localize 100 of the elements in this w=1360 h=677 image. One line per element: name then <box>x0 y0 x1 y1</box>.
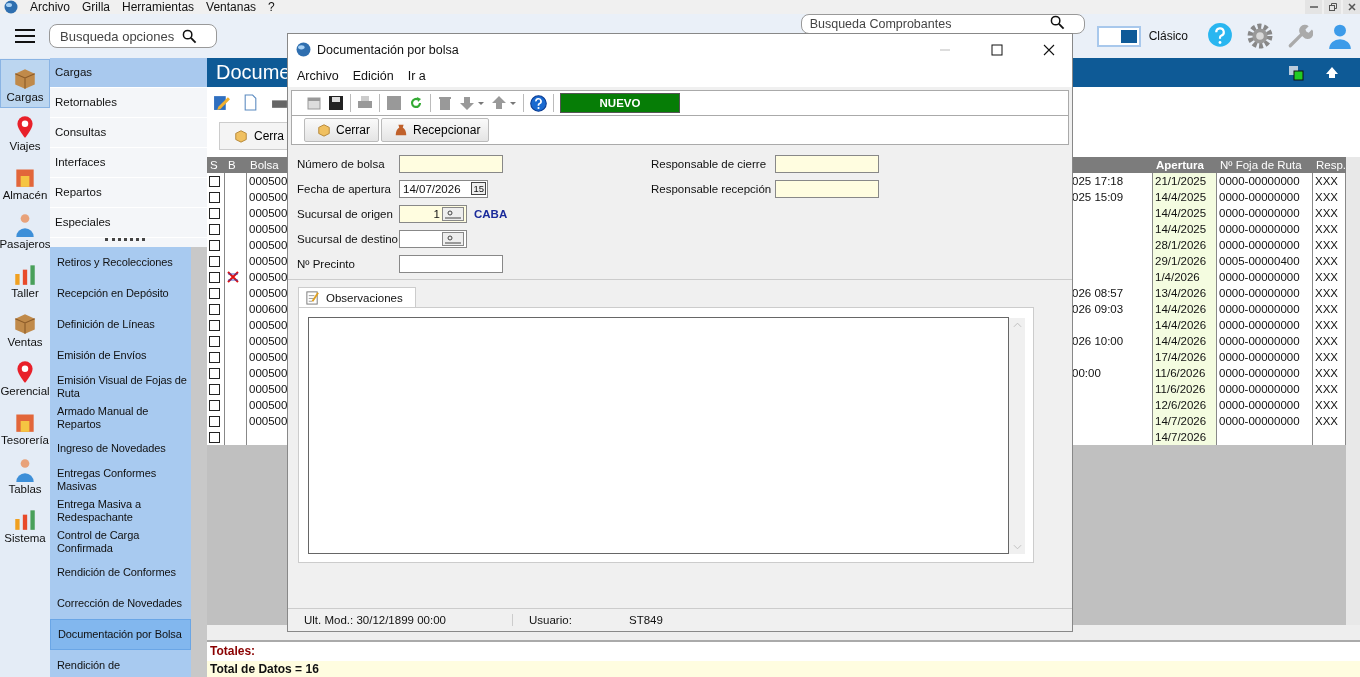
checkbox[interactable] <box>209 303 220 315</box>
checkbox[interactable] <box>209 271 220 283</box>
down-arrow-icon[interactable] <box>459 95 485 111</box>
close-button[interactable] <box>1343 0 1360 14</box>
checkbox[interactable] <box>209 383 220 395</box>
submenu-item[interactable]: Emisión de Envíos <box>50 340 191 371</box>
lookup-field[interactable]: 1 <box>399 204 467 223</box>
submenu-item[interactable]: Definición de Líneas <box>50 309 191 340</box>
submenu-item[interactable]: Rendición de Conformes <box>50 557 191 588</box>
submenu-item[interactable]: Documentación por Bolsa <box>50 619 191 650</box>
module-button[interactable]: Tesorería <box>0 402 50 451</box>
submenu-item[interactable]: Rendición de <box>50 650 191 677</box>
column-header[interactable]: Apertura <box>1153 157 1217 173</box>
save-icon[interactable] <box>328 95 344 111</box>
checkbox[interactable] <box>209 223 220 235</box>
table-cell: 0005-00000400 <box>1219 255 1300 267</box>
column-header[interactable]: B <box>225 157 247 173</box>
help-icon[interactable] <box>530 94 547 112</box>
menu-item[interactable]: Edición <box>345 69 401 83</box>
search-input[interactable]: Busqueda Comprobantes <box>809 16 1050 31</box>
toggle-switch[interactable] <box>1096 25 1141 47</box>
menu-item[interactable]: Archivo <box>290 69 346 83</box>
section-item[interactable]: Retornables <box>50 88 207 118</box>
checkbox[interactable] <box>209 351 220 363</box>
submenu-item[interactable]: Entrega Masiva a Redespachante <box>50 495 191 526</box>
user-icon[interactable] <box>1327 23 1353 49</box>
refresh-icon[interactable] <box>408 95 424 111</box>
settings-icon[interactable] <box>1247 23 1273 49</box>
menu-item[interactable]: Grilla <box>76 0 117 14</box>
document-icon[interactable] <box>242 94 259 111</box>
checkbox[interactable] <box>209 335 220 347</box>
input-field[interactable] <box>399 154 503 173</box>
search-icon[interactable] <box>1049 15 1065 30</box>
minimize-button[interactable] <box>1305 0 1322 14</box>
checkbox[interactable] <box>209 255 220 267</box>
column-header[interactable]: S <box>207 157 225 173</box>
checkbox[interactable] <box>209 431 220 443</box>
search-icon[interactable] <box>182 28 197 44</box>
search-field[interactable]: Busqueda Comprobantes <box>800 14 1085 34</box>
module-button[interactable]: Viajes <box>0 108 50 157</box>
search-field[interactable]: Busqueda opciones <box>49 24 217 48</box>
section-item[interactable]: Consultas <box>50 118 207 148</box>
restore-button[interactable] <box>1324 0 1341 14</box>
lookup-button[interactable] <box>442 231 464 246</box>
submenu-item[interactable]: Armado Manual de Repartos <box>50 402 191 433</box>
calendar-button[interactable]: 15 <box>471 182 486 195</box>
windows-icon[interactable] <box>1288 64 1304 81</box>
receive-button[interactable]: Recepcionar <box>381 118 490 142</box>
tab[interactable]: Observaciones <box>298 287 416 307</box>
module-button[interactable]: Taller <box>0 255 50 304</box>
table-cell: 0000-00000000 <box>1219 415 1300 427</box>
menu-item[interactable]: Ventanas <box>200 0 263 14</box>
stop-icon[interactable] <box>386 95 402 111</box>
lookup-button[interactable] <box>442 206 464 221</box>
new-icon[interactable] <box>306 95 322 111</box>
table-cell: 0000-00000000 <box>1219 223 1300 235</box>
checkbox[interactable] <box>209 399 220 411</box>
scrollbar[interactable] <box>1346 157 1360 625</box>
submenu-item[interactable]: Entregas Conformes Masivas <box>50 464 191 495</box>
module-button[interactable]: Tablas <box>0 451 50 500</box>
submenu-item[interactable]: Corrección de Novedades <box>50 588 191 619</box>
submenu-item[interactable]: Control de Carga Confirmada <box>50 526 191 557</box>
menu-item[interactable]: Archivo <box>24 0 76 14</box>
menu-icon[interactable] <box>15 28 35 44</box>
column-header[interactable]: Nº Foja de Ruta <box>1217 157 1313 173</box>
edit-icon[interactable] <box>213 94 230 111</box>
menu-item[interactable]: Herramientas <box>116 0 201 14</box>
column-header[interactable]: Resp. <box>1313 157 1347 173</box>
submenu-item[interactable]: Retiros y Recolecciones <box>50 247 191 278</box>
input-field[interactable] <box>399 254 503 273</box>
checkbox[interactable] <box>209 191 220 203</box>
close-bag-button[interactable]: Cerrar <box>304 118 379 142</box>
input-field[interactable] <box>775 154 879 173</box>
module-button[interactable]: Cargas <box>0 59 50 108</box>
module-button[interactable]: Ventas <box>0 304 50 353</box>
table-cell: 025 17:18 <box>1072 175 1124 187</box>
lookup-field[interactable] <box>399 229 467 248</box>
submenu-item[interactable]: Emisión Visual de Fojas de Ruta <box>50 371 191 402</box>
submenu-item[interactable]: Ingreso de Novedades <box>50 433 191 464</box>
checkbox[interactable] <box>209 239 220 251</box>
module-button[interactable]: Pasajeros <box>0 206 50 255</box>
section-item[interactable]: Cargas <box>50 58 207 88</box>
checkbox[interactable] <box>209 319 220 331</box>
scrollbar[interactable] <box>191 247 207 677</box>
checkbox[interactable] <box>209 415 220 427</box>
checkbox[interactable] <box>209 207 220 219</box>
checkbox[interactable] <box>209 367 220 379</box>
table-cell: XXX <box>1315 319 1338 331</box>
checkbox[interactable] <box>209 175 220 187</box>
trash-icon[interactable] <box>437 95 453 111</box>
submenu-item[interactable]: Recepción en Depósito <box>50 278 191 309</box>
checkbox[interactable] <box>209 287 220 299</box>
menu-item[interactable]: ? <box>262 0 281 14</box>
input-field[interactable] <box>775 179 879 198</box>
module-button[interactable]: Almacén <box>0 157 50 206</box>
menu-item[interactable]: Ir a <box>400 69 433 83</box>
date-field[interactable]: 14/07/2026 15 <box>399 179 488 198</box>
module-button[interactable]: Sistema <box>0 500 50 549</box>
printer-icon[interactable] <box>357 95 373 111</box>
module-button[interactable]: Gerencial <box>0 353 50 402</box>
